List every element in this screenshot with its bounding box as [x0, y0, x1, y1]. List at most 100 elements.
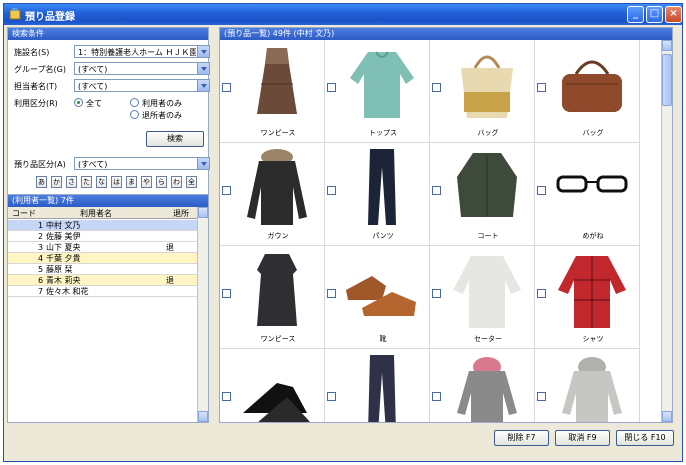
- row-code: 3: [38, 243, 44, 252]
- item-card: [325, 349, 430, 422]
- item-caption: ワンピース: [260, 129, 296, 137]
- close-button[interactable]: ×: [665, 6, 682, 23]
- item-checkbox[interactable]: [432, 289, 441, 298]
- item-checkbox[interactable]: [537, 83, 546, 92]
- window-title: 預り品登録: [25, 12, 75, 23]
- row-name: 佐々木 和花: [46, 287, 89, 296]
- group-value: (すべて): [78, 65, 108, 74]
- minimize-button[interactable]: _: [627, 6, 644, 23]
- table-row[interactable]: 4 千葉 夕貴: [8, 253, 198, 264]
- chevron-down-icon[interactable]: [197, 158, 209, 169]
- item-checkbox[interactable]: [222, 186, 231, 195]
- items-panel: (預り品一覧) 49件 (中村 文乃) ワンピース トップス バッグ バッグ ガ…: [219, 27, 673, 423]
- row-name: 青木 莉央: [46, 276, 81, 285]
- category-label: 預り品区分(A): [14, 160, 66, 169]
- delete-button[interactable]: 削除 F7: [494, 430, 549, 446]
- user-list-scrollbar[interactable]: [197, 207, 208, 422]
- chevron-down-icon[interactable]: [197, 63, 209, 74]
- item-caption: セーター: [474, 335, 502, 343]
- item-card: [430, 349, 535, 422]
- title-bar[interactable]: 預り品登録 _ □ ×: [4, 4, 682, 25]
- item-card: めがね: [535, 143, 640, 246]
- radio-users-only[interactable]: [130, 98, 139, 107]
- item-checkbox[interactable]: [432, 83, 441, 92]
- table-row[interactable]: 3 山下 夏央 退: [8, 242, 198, 253]
- kana-button[interactable]: わ: [171, 176, 182, 188]
- category-select[interactable]: (すべて): [74, 157, 210, 170]
- scroll-down-icon[interactable]: [198, 411, 208, 422]
- item-card: [220, 349, 325, 422]
- scroll-up-icon[interactable]: [662, 40, 672, 51]
- item-checkbox[interactable]: [222, 289, 231, 298]
- item-card: トップス: [325, 40, 430, 143]
- row-code: 4: [38, 254, 44, 263]
- group-select[interactable]: (すべて): [74, 62, 210, 75]
- row-code: 5: [38, 265, 44, 274]
- coat-image: [247, 149, 307, 225]
- table-row[interactable]: 5 藤原 栞: [8, 264, 198, 275]
- kana-button[interactable]: や: [141, 176, 152, 188]
- kana-button[interactable]: は: [111, 176, 122, 188]
- item-checkbox[interactable]: [327, 83, 336, 92]
- hoodie-image: [562, 357, 622, 422]
- item-checkbox[interactable]: [327, 392, 336, 401]
- chevron-down-icon[interactable]: [197, 46, 209, 57]
- row-name: 佐藤 美伊: [46, 232, 81, 241]
- column-name[interactable]: 利用者名: [80, 208, 112, 219]
- minimize-icon: _: [633, 8, 638, 19]
- item-checkbox[interactable]: [537, 289, 546, 298]
- search-button[interactable]: 検索: [146, 131, 204, 147]
- kana-button[interactable]: 全: [186, 176, 197, 188]
- table-row[interactable]: 2 佐藤 美伊: [8, 231, 198, 242]
- kana-button[interactable]: ま: [126, 176, 137, 188]
- scroll-up-icon[interactable]: [198, 207, 208, 218]
- item-caption: コート: [477, 232, 499, 240]
- chevron-down-icon[interactable]: [197, 80, 209, 91]
- facility-select[interactable]: 1：特別養護老人ホーム ＨＪＫ園: [74, 45, 210, 58]
- kana-button[interactable]: さ: [66, 176, 77, 188]
- kana-button[interactable]: あ: [36, 176, 47, 188]
- user-list-header: (利用者一覧) 7件: [8, 195, 208, 207]
- item-caption: パンツ: [372, 232, 394, 240]
- group-label: グループ名(G): [14, 65, 66, 74]
- jacket-image: [457, 153, 517, 217]
- scroll-down-icon[interactable]: [662, 411, 672, 422]
- item-card: ワンピース: [220, 40, 325, 143]
- item-checkbox[interactable]: [222, 83, 231, 92]
- cancel-button[interactable]: 取消 F9: [555, 430, 610, 446]
- item-card: シャツ: [535, 246, 640, 349]
- group-row: グループ名(G) (すべて): [14, 62, 210, 75]
- item-card: ワンピース: [220, 246, 325, 349]
- item-checkbox[interactable]: [432, 186, 441, 195]
- item-checkbox[interactable]: [327, 186, 336, 195]
- maximize-button[interactable]: □: [646, 6, 663, 23]
- table-row[interactable]: 6 青木 莉央 退: [8, 275, 198, 286]
- item-checkbox[interactable]: [222, 392, 231, 401]
- radio-all[interactable]: [74, 98, 83, 107]
- column-code[interactable]: コード: [12, 208, 36, 219]
- row-left: 退: [166, 243, 174, 252]
- table-row[interactable]: 7 佐々木 和花: [8, 286, 198, 297]
- usage-label: 利用区分(R): [14, 99, 58, 108]
- staff-select[interactable]: (すべて): [74, 79, 210, 92]
- kana-button[interactable]: た: [81, 176, 92, 188]
- kana-button[interactable]: な: [96, 176, 107, 188]
- staff-label: 担当者名(T): [14, 82, 58, 91]
- scroll-thumb[interactable]: [662, 54, 672, 106]
- shoes-image: [346, 276, 416, 316]
- kana-button[interactable]: ら: [156, 176, 167, 188]
- item-checkbox[interactable]: [537, 392, 546, 401]
- pants-image: [368, 149, 396, 225]
- column-left[interactable]: 退所: [173, 208, 189, 219]
- search-panel-header: 検索条件: [8, 28, 208, 40]
- close-window-button[interactable]: 閉じる F10: [616, 430, 674, 446]
- items-scrollbar[interactable]: [661, 40, 672, 422]
- radio-left-only[interactable]: [130, 110, 139, 119]
- item-checkbox[interactable]: [327, 289, 336, 298]
- table-row[interactable]: 1 中村 文乃: [8, 220, 198, 231]
- tote-bag-image: [461, 55, 513, 118]
- facility-label: 施設名(S): [14, 48, 50, 57]
- kana-button[interactable]: か: [51, 176, 62, 188]
- item-checkbox[interactable]: [537, 186, 546, 195]
- item-checkbox[interactable]: [432, 392, 441, 401]
